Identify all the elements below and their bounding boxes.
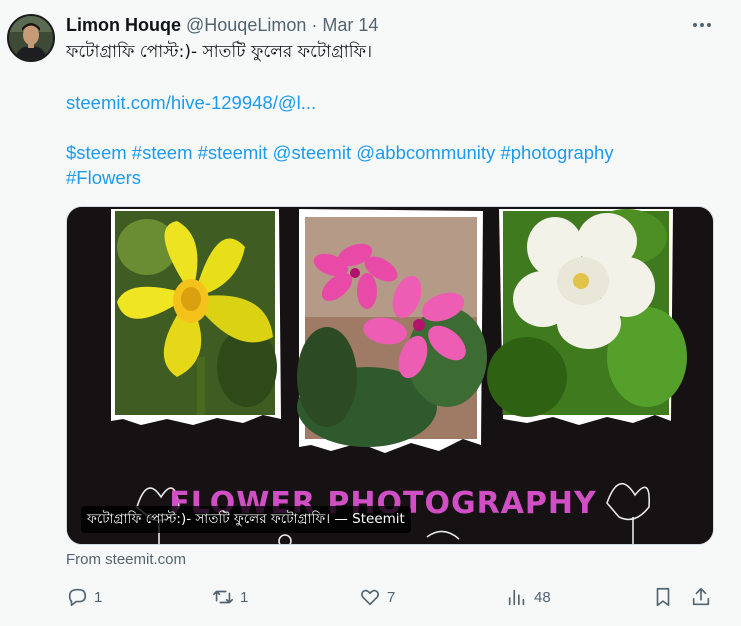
reply-icon [68, 588, 87, 607]
avatar[interactable] [7, 14, 55, 62]
card-image: FLOWER PHOTOGRAPHY [67, 207, 713, 544]
bookmark-button[interactable] [652, 586, 674, 608]
like-button[interactable]: 7 [359, 586, 395, 608]
reply-button[interactable]: 1 [66, 586, 102, 608]
photo-yellow-flower [111, 209, 281, 425]
share-button[interactable] [690, 586, 712, 608]
views-button[interactable]: 48 [506, 586, 551, 608]
retweet-count: 1 [240, 588, 249, 606]
bookmark-icon [656, 587, 670, 607]
author-handle[interactable]: @HouqeLimon [186, 15, 306, 35]
retweet-icon [213, 590, 233, 604]
tweet-link[interactable]: steemit.com/hive-129948/@l... [66, 92, 316, 113]
reply-count: 1 [94, 588, 103, 606]
retweet-button[interactable]: 1 [212, 586, 248, 608]
like-count: 7 [387, 588, 396, 606]
share-icon [692, 587, 710, 606]
photo-pink-flowers [297, 209, 487, 453]
tweet-date[interactable]: Mar 14 [322, 15, 378, 35]
like-icon [361, 589, 379, 606]
tweet-text: ফটোগ্রাফি পোস্ট:)- সাতটি ফুলের ফটোগ্রাফি… [66, 42, 373, 62]
author-name[interactable]: Limon Houqe [66, 15, 181, 35]
tweet-body: ফটোগ্রাফি পোস্ট:)- সাতটি ফুলের ফটোগ্রাফি… [66, 40, 716, 190]
hashtag-flowers[interactable]: #Flowers [66, 167, 141, 188]
avatar-image [9, 16, 53, 60]
link-card[interactable]: FLOWER PHOTOGRAPHY ফটোগ্রাফি পোস্ট:)- সা… [66, 206, 714, 545]
hashtags-line[interactable]: $steem #steem #steemit @steemit @abbcomm… [66, 142, 614, 163]
card-source[interactable]: From steemit.com [66, 551, 186, 568]
card-caption: ফটোগ্রাফি পোস্ট:)- সাতটি ফুলের ফটোগ্রাফি… [81, 506, 411, 533]
tweet-header: Limon Houqe @HouqeLimon · Mar 14 [66, 15, 378, 36]
views-count: 48 [534, 588, 551, 606]
action-bar: 1 1 7 48 [60, 586, 720, 614]
separator: · [311, 15, 318, 35]
more-icon[interactable] [690, 16, 714, 34]
tweet[interactable]: Limon Houqe @HouqeLimon · Mar 14 ফটোগ্রা… [0, 0, 741, 626]
photo-white-flower [487, 209, 687, 425]
views-icon [508, 589, 525, 606]
